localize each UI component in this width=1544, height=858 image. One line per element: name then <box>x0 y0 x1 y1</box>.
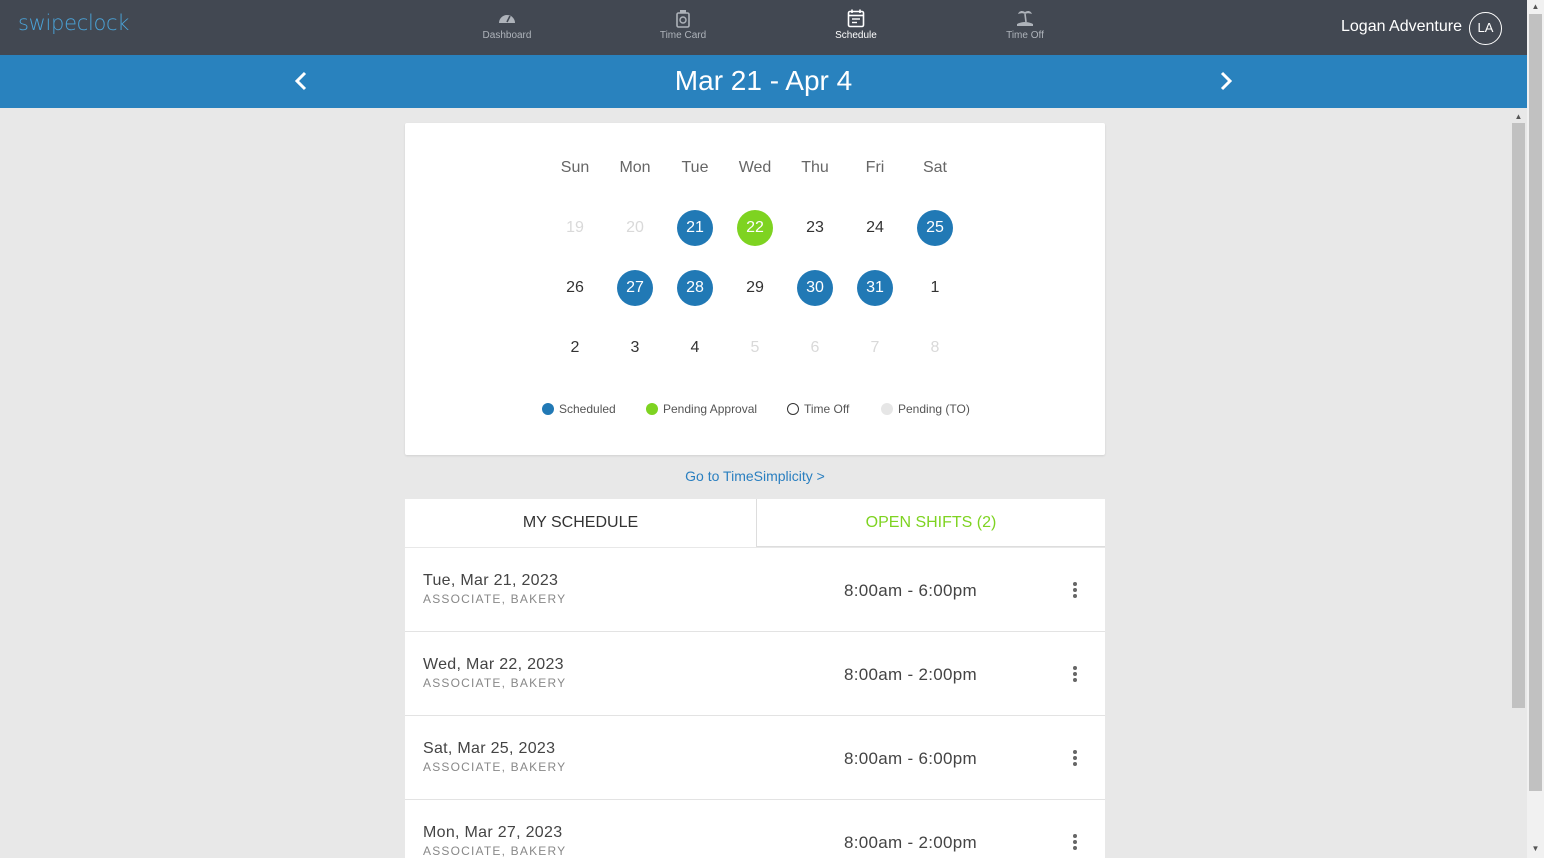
schedule-tabs: MY SCHEDULE OPEN SHIFTS (2) <box>405 499 1105 547</box>
calendar-day[interactable]: 19 <box>557 210 593 246</box>
scroll-up-icon[interactable]: ▲ <box>1529 1 1542 13</box>
timesimplicity-link[interactable]: Go to TimeSimplicity > <box>405 468 1105 484</box>
day-of-week-thu: Thu <box>801 159 829 176</box>
shift-time: 8:00am - 6:00pm <box>844 749 978 768</box>
calendar-day[interactable]: 31 <box>857 270 893 306</box>
shift-date: Wed, Mar 22, 2023 <box>423 656 564 673</box>
nav-dashboard[interactable]: Dashboard <box>462 8 552 41</box>
calendar-day[interactable]: 22 <box>737 210 773 246</box>
pending-dot-icon <box>646 403 658 415</box>
day-of-week-mon: Mon <box>619 159 651 176</box>
nav-time-card-label: Time Card <box>659 30 707 41</box>
avatar[interactable]: LA <box>1469 12 1502 45</box>
next-period-button[interactable] <box>1212 68 1238 94</box>
shift-role: ASSOCIATE, BAKERY <box>423 592 567 606</box>
shift-time: 8:00am - 6:00pm <box>844 581 978 600</box>
more-vert-icon[interactable] <box>1069 748 1081 768</box>
legend-time-off: Time Off <box>787 402 849 416</box>
legend-scheduled: Scheduled <box>542 402 616 416</box>
calendar-day[interactable]: 4 <box>677 330 713 366</box>
nav-schedule[interactable]: Schedule <box>811 8 901 41</box>
calendar-day[interactable]: 30 <box>797 270 833 306</box>
calendar-day[interactable]: 2 <box>557 330 593 366</box>
tab-my-schedule[interactable]: MY SCHEDULE <box>405 499 756 547</box>
shift-date: Tue, Mar 21, 2023 <box>423 572 559 589</box>
scroll-down-icon[interactable]: ▼ <box>1529 843 1542 855</box>
legend-pending-to-label: Pending (TO) <box>898 402 970 416</box>
shift-time: 8:00am - 2:00pm <box>844 665 978 684</box>
date-range-bar: Mar 21 - Apr 4 <box>0 55 1527 108</box>
legend-pending-approval-label: Pending Approval <box>663 402 758 416</box>
nav-time-off[interactable]: Time Off <box>980 8 1070 41</box>
calendar-day[interactable]: 25 <box>917 210 953 246</box>
more-vert-icon[interactable] <box>1069 580 1081 600</box>
legend-scheduled-label: Scheduled <box>559 402 616 416</box>
inner-scroll-up-icon[interactable]: ▲ <box>1512 111 1525 123</box>
tab-open-shifts[interactable]: OPEN SHIFTS (2) <box>756 499 1105 547</box>
day-of-week-tue: Tue <box>681 159 709 176</box>
pending-to-dot-icon <box>881 403 893 415</box>
chevron-right-icon <box>1220 71 1233 91</box>
calendar-icon <box>811 8 901 30</box>
scheduled-dot-icon <box>542 403 554 415</box>
shift-date: Sat, Mar 25, 2023 <box>423 740 556 757</box>
period-title: Mar 21 - Apr 4 <box>674 65 853 96</box>
shift-role: ASSOCIATE, BAKERY <box>423 676 567 690</box>
calendar-day[interactable]: 28 <box>677 270 713 306</box>
day-of-week-wed: Wed <box>738 159 772 176</box>
legend-pending-to: Pending (TO) <box>881 402 970 416</box>
inner-scrollbar-thumb[interactable] <box>1512 123 1525 708</box>
legend-time-off-label: Time Off <box>804 402 850 416</box>
calendar-day[interactable]: 8 <box>917 330 953 366</box>
calendar-day[interactable]: 23 <box>797 210 833 246</box>
nav-time-off-label: Time Off <box>1006 30 1044 41</box>
calendar-day[interactable]: 1 <box>917 270 953 306</box>
calendar-day[interactable]: 3 <box>617 330 653 366</box>
page-scrollbar-thumb[interactable] <box>1529 14 1542 791</box>
calendar-day[interactable]: 21 <box>677 210 713 246</box>
calendar-day[interactable]: 26 <box>557 270 593 306</box>
speedometer-icon <box>462 8 552 30</box>
day-of-week-sat: Sat <box>922 159 947 176</box>
calendar-day[interactable]: 20 <box>617 210 653 246</box>
top-navbar: swipeclock Dashboard Time Card Schedule … <box>0 0 1527 55</box>
timecard-icon <box>638 8 728 30</box>
shift-row[interactable]: Tue, Mar 21, 2023 ASSOCIATE, BAKERY 8:00… <box>405 548 1105 632</box>
nav-schedule-label: Schedule <box>835 30 877 41</box>
calendar-day[interactable]: 6 <box>797 330 833 366</box>
time-off-dot-icon <box>787 403 799 415</box>
shift-role: ASSOCIATE, BAKERY <box>423 760 567 774</box>
shift-row[interactable]: Wed, Mar 22, 2023 ASSOCIATE, BAKERY 8:00… <box>405 632 1105 716</box>
calendar-day[interactable]: 7 <box>857 330 893 366</box>
user-name[interactable]: Logan Adventure <box>1341 18 1462 36</box>
shift-date: Mon, Mar 27, 2023 <box>423 824 563 841</box>
shift-role: ASSOCIATE, BAKERY <box>423 844 567 858</box>
calendar-card: Sun Mon Tue Wed Thu Fri Sat 19 20 21 22 … <box>405 123 1105 455</box>
shift-time: 8:00am - 2:00pm <box>844 833 978 852</box>
shift-row[interactable]: Sat, Mar 25, 2023 ASSOCIATE, BAKERY 8:00… <box>405 716 1105 800</box>
more-vert-icon[interactable] <box>1069 832 1081 852</box>
calendar-day[interactable]: 5 <box>737 330 773 366</box>
calendar-day[interactable]: 29 <box>737 270 773 306</box>
nav-dashboard-label: Dashboard <box>482 30 532 41</box>
nav-time-card[interactable]: Time Card <box>638 8 728 41</box>
more-vert-icon[interactable] <box>1069 664 1081 684</box>
shift-row[interactable]: Mon, Mar 27, 2023 ASSOCIATE, BAKERY 8:00… <box>405 800 1105 858</box>
swipeclock-logo[interactable]: swipeclock <box>18 11 129 35</box>
day-of-week-fri: Fri <box>865 159 885 176</box>
calendar-day[interactable]: 24 <box>857 210 893 246</box>
calendar-day[interactable]: 27 <box>617 270 653 306</box>
day-of-week-sun: Sun <box>560 159 590 176</box>
island-icon <box>980 8 1070 30</box>
legend-pending-approval: Pending Approval <box>646 402 757 416</box>
